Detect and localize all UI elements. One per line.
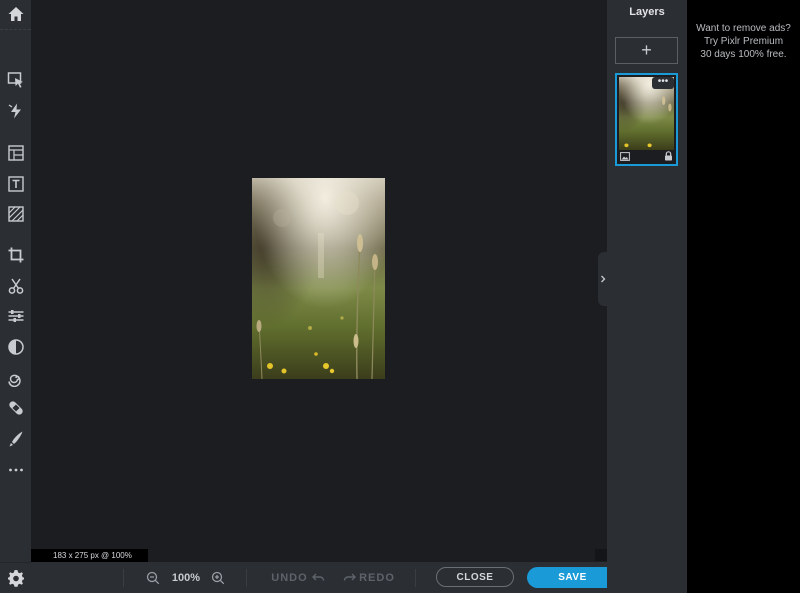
bottom-divider — [123, 569, 124, 587]
canvas-corner — [595, 549, 607, 561]
zoom-in-button[interactable] — [210, 562, 226, 593]
crop-tool-icon — [8, 247, 23, 263]
ad-line: 30 days 100% free. — [700, 49, 787, 60]
lock-icon — [665, 151, 672, 161]
toolbar-divider — [0, 562, 31, 563]
liquify-tool-button[interactable] — [0, 365, 31, 391]
bottom-divider — [415, 569, 416, 587]
settings-button[interactable] — [0, 565, 31, 591]
ad-message[interactable]: Want to remove ads? Try Pixlr Premium 30… — [687, 22, 800, 61]
ad-line: Try Pixlr Premium — [703, 36, 784, 47]
zoom-out-button[interactable] — [145, 562, 161, 593]
cutout-tool-button[interactable] — [0, 273, 31, 299]
ad-area: Want to remove ads? Try Pixlr Premium 30… — [687, 0, 800, 593]
canvas-workspace[interactable] — [31, 0, 607, 562]
bottom-divider — [246, 569, 247, 587]
home-button[interactable] — [0, 1, 31, 27]
redo-label: REDO — [359, 571, 395, 584]
bottom-bar: 100% UNDO REDO CLOSE SAVE — [31, 562, 618, 593]
plus-icon: + — [641, 40, 652, 60]
liquify-tool-icon — [7, 374, 21, 387]
adjust-tool-button[interactable] — [0, 303, 31, 329]
canvas-image[interactable] — [252, 178, 385, 379]
pattern-tool-icon — [7, 206, 24, 222]
layer-item[interactable]: ••• — [615, 73, 678, 166]
draw-tool-button[interactable] — [0, 426, 31, 452]
quick-select-icon — [8, 103, 21, 119]
add-layer-button[interactable]: + — [615, 37, 678, 64]
pattern-tool-button[interactable] — [0, 201, 31, 227]
arrange-tool-icon — [7, 72, 23, 88]
layer-footer — [617, 151, 676, 163]
cutout-tool-icon — [8, 278, 23, 294]
zoom-out-icon — [146, 571, 160, 584]
crop-tool-button[interactable] — [0, 242, 31, 268]
redo-button[interactable]: REDO — [341, 562, 397, 593]
canvas-info: 183 x 275 px @ 100% — [31, 549, 148, 562]
undo-button[interactable]: UNDO — [269, 562, 327, 593]
layout-tool-icon — [7, 145, 24, 161]
toolbar-divider — [0, 29, 31, 30]
filter-tool-icon — [7, 339, 24, 355]
adjust-tool-icon — [8, 310, 23, 322]
save-button[interactable]: SAVE — [527, 567, 618, 588]
panel-toggle[interactable] — [598, 252, 607, 306]
text-tool-button[interactable] — [0, 171, 31, 197]
redo-icon — [343, 573, 357, 581]
quick-select-button[interactable] — [0, 98, 31, 124]
heal-tool-button[interactable] — [0, 395, 31, 421]
ad-line: Want to remove ads? — [696, 23, 791, 34]
settings-icon — [7, 570, 24, 587]
arrange-tool-button[interactable] — [0, 67, 31, 93]
home-icon — [8, 7, 23, 21]
image-layer-icon — [620, 152, 630, 161]
filter-tool-button[interactable] — [0, 334, 31, 360]
zoom-in-icon — [211, 571, 225, 584]
left-toolbar — [0, 0, 31, 593]
close-button[interactable]: CLOSE — [436, 567, 514, 587]
layer-options-button[interactable]: ••• — [652, 77, 674, 89]
undo-icon — [311, 573, 324, 581]
more-tools-button[interactable] — [0, 457, 31, 483]
chevron-right-icon — [600, 275, 605, 283]
text-tool-icon — [7, 176, 24, 192]
layers-title: Layers — [629, 6, 665, 18]
zoom-level: 100% — [171, 571, 201, 584]
draw-tool-icon — [9, 431, 22, 447]
layout-tool-button[interactable] — [0, 140, 31, 166]
heal-tool-icon — [8, 401, 23, 415]
more-tools-icon — [8, 468, 23, 472]
undo-label: UNDO — [271, 571, 308, 584]
layers-panel: Layers + ••• — [607, 0, 687, 593]
